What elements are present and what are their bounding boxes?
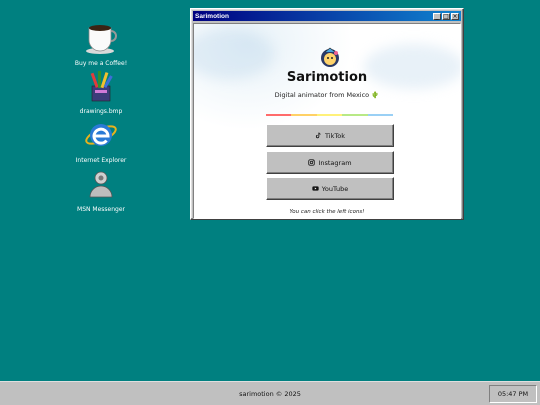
tagline-text: Digital animator from Mexico [274, 91, 370, 99]
hint-text: You can click the left icons! [289, 209, 365, 215]
instagram-label: Instagram [318, 158, 352, 167]
window-content: Sarimotion Digital animator from Mexico … [193, 23, 461, 219]
window-titlebar[interactable]: Sarimotion _ □ × [193, 11, 461, 21]
desktop-icon-internet-explorer[interactable]: Internet Explorer [61, 117, 141, 164]
internet-explorer-icon [85, 124, 117, 146]
sarimotion-window: Sarimotion _ □ × Sarimotion Digital anim… [190, 8, 464, 220]
taskbar-clock[interactable]: 05:47 PM [489, 385, 537, 403]
desktop-icon-label: drawings.bmp [79, 108, 123, 115]
msn-messenger-icon [89, 171, 113, 198]
taskbar-copyright: sarimotion © 2025 [239, 390, 301, 398]
desktop-icon-label: Buy me a Coffee! [74, 60, 128, 67]
desktop-icon-coffee[interactable]: Buy me a Coffee! [61, 20, 141, 67]
instagram-button[interactable]: Instagram [266, 151, 394, 174]
taskbar: sarimotion © 2025 05:47 PM [0, 381, 540, 405]
artist-name: Sarimotion [286, 70, 368, 85]
paint-brushes-icon [90, 71, 113, 102]
avatar-logo-icon [321, 47, 339, 67]
tagline: Digital animator from Mexico 🌵 [194, 91, 460, 99]
tiktok-icon [315, 132, 321, 139]
desktop-icon-drawings[interactable]: drawings.bmp [61, 68, 141, 115]
minimize-button[interactable]: _ [433, 12, 441, 20]
close-button[interactable]: × [451, 12, 459, 20]
youtube-icon [312, 186, 319, 191]
coffee-cup-icon [86, 25, 117, 54]
desktop-icon-msn-messenger[interactable]: MSN Messenger [61, 166, 141, 213]
youtube-button[interactable]: YouTube [266, 177, 394, 200]
desktop-icon-label: MSN Messenger [77, 206, 125, 213]
window-controls: _ □ × [433, 12, 459, 20]
youtube-label: YouTube [321, 184, 349, 193]
tiktok-button[interactable]: TikTok [266, 124, 394, 147]
window-title: Sarimotion [195, 12, 229, 20]
desktop-icon-label: Internet Explorer [75, 157, 127, 164]
tiktok-label: TikTok [325, 131, 345, 140]
instagram-icon [308, 159, 316, 166]
maximize-button[interactable]: □ [442, 12, 450, 20]
rainbow-divider [266, 114, 394, 116]
cactus-icon: 🌵 [371, 91, 380, 99]
